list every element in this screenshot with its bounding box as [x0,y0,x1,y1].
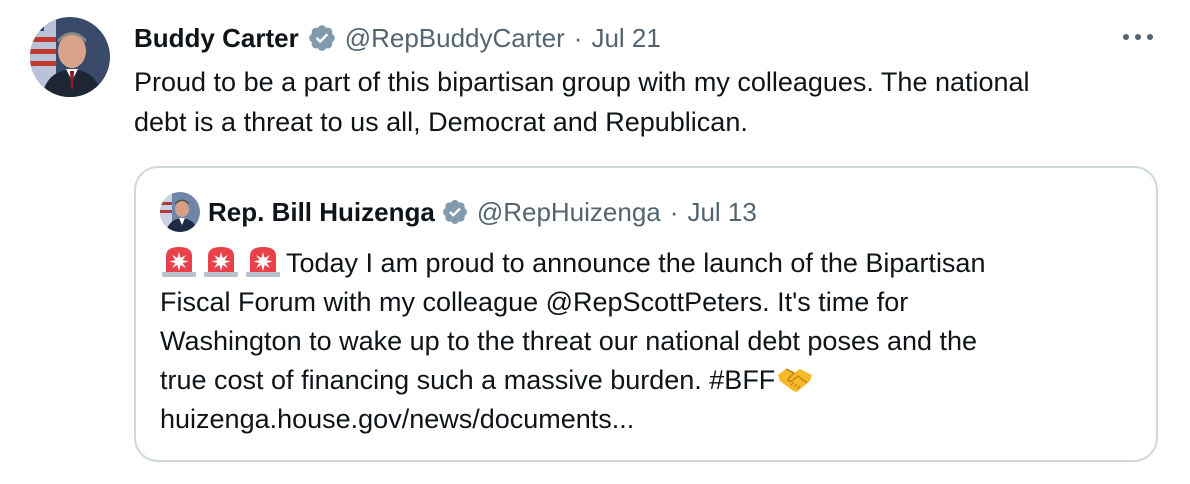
quoted-author-handle[interactable]: @RepHuizenga [477,197,661,228]
police-siren-icon [202,244,240,278]
tweet-header: Buddy Carter @RepBuddyCarter · Jul 21 [134,18,661,58]
more-options-button[interactable] [1118,22,1158,52]
quoted-text-line: Fiscal Forum with my colleague @RepScott… [160,287,909,317]
quoted-text-line: Washington to wake up to the threat our … [160,326,978,356]
tweet-date[interactable]: Jul 21 [591,23,660,54]
police-siren-icon [244,244,282,278]
quoted-text-line: true cost of financing such a massive bu… [160,361,1140,400]
tweet-text-line: debt is a threat to us all, Democrat and… [134,107,748,137]
separator-dot: · [573,22,583,53]
author-avatar[interactable] [30,17,110,97]
quoted-text-line: Today I am proud to announce the launch … [160,244,1140,283]
tweet-text-line: Proud to be a part of this bipartisan gr… [134,67,1030,97]
tweet-text: Proud to be a part of this bipartisan gr… [134,62,1174,142]
quoted-author-avatar[interactable] [160,192,200,232]
author-handle[interactable]: @RepBuddyCarter [345,23,565,54]
more-horizontal-icon [1123,34,1153,40]
handshake-icon [777,364,813,394]
quoted-tweet-text: Today I am proud to announce the launch … [160,244,1140,439]
quoted-text-fragment: true cost of financing such a massive bu… [160,365,776,395]
quoted-author-name[interactable]: Rep. Bill Huizenga [208,197,435,228]
quoted-tweet-date[interactable]: Jul 13 [687,197,756,228]
quoted-text-fragment: Today I am proud to announce the launch … [286,248,986,278]
verified-badge-icon[interactable] [441,198,469,226]
police-siren-icon [160,244,198,278]
author-name[interactable]: Buddy Carter [134,23,299,54]
avatar-image [30,17,110,97]
separator-dot: · [669,196,679,227]
quoted-tweet-card[interactable]: Rep. Bill Huizenga @RepHuizenga · Jul 13… [134,166,1158,462]
verified-badge-icon[interactable] [307,23,337,53]
avatar-image [160,192,200,232]
tweet[interactable]: Buddy Carter @RepBuddyCarter · Jul 21 Pr… [0,0,1190,484]
quoted-tweet-header: Rep. Bill Huizenga @RepHuizenga · Jul 13 [208,192,757,232]
quoted-link-line[interactable]: huizenga.house.gov/news/documents... [160,400,1140,439]
